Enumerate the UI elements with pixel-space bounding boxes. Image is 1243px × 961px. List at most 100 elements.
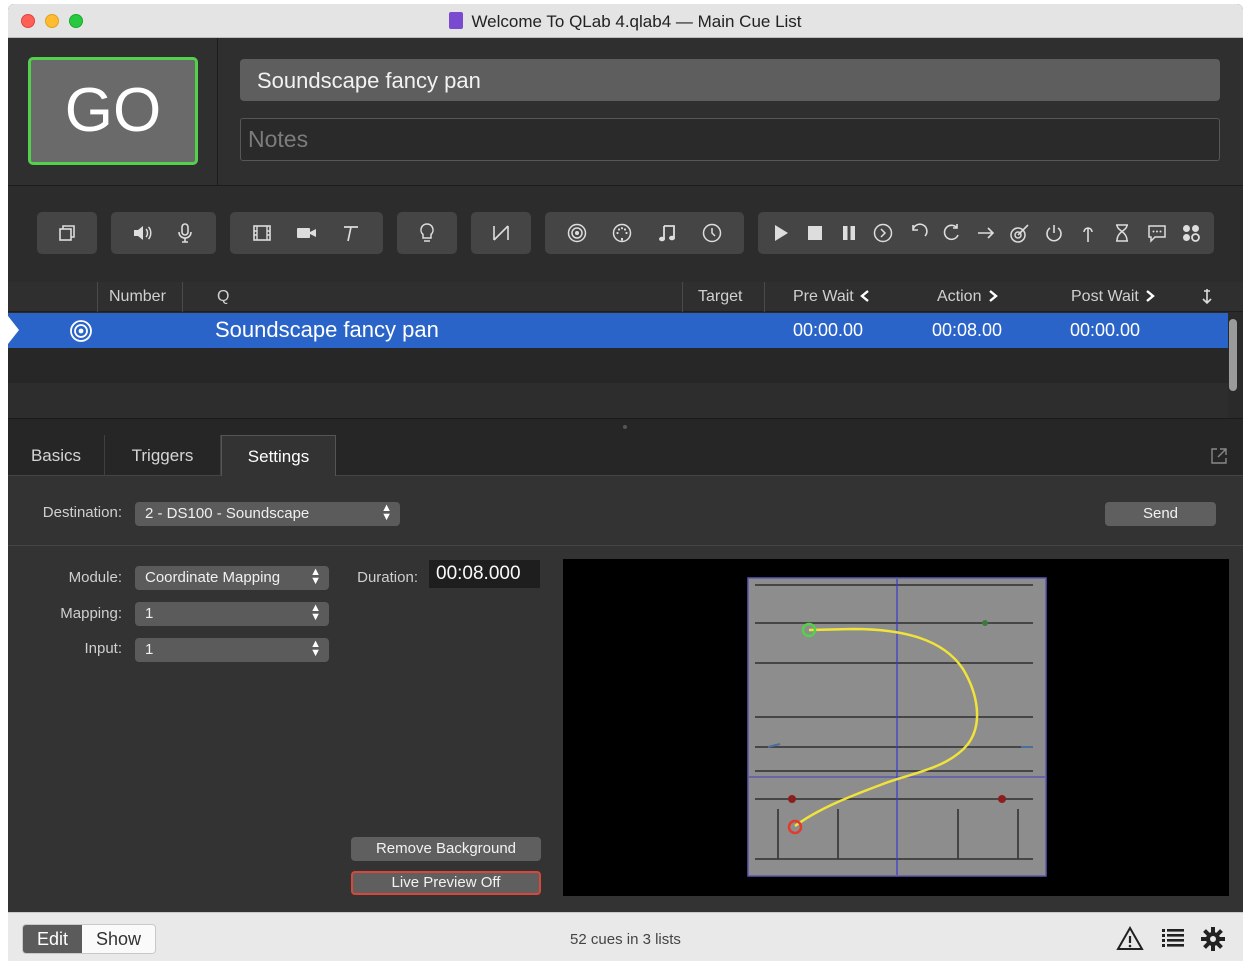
column-post-wait[interactable]: Post Wait — [1071, 288, 1157, 306]
column-q[interactable]: Q — [217, 288, 229, 306]
status-bar: Edit Show 52 cues in 3 lists — [8, 912, 1243, 961]
warning-icon[interactable] — [1116, 925, 1144, 953]
divider — [8, 545, 1243, 546]
empty-row — [8, 383, 1228, 418]
video-icon[interactable] — [249, 220, 275, 246]
title-bar: Welcome To QLab 4.qlab4 — Main Cue List — [8, 4, 1243, 38]
light-icon[interactable] — [414, 220, 440, 246]
toolbar-group-group — [37, 212, 97, 254]
chevron-right-icon — [1146, 290, 1156, 302]
speaker-marker — [982, 620, 988, 626]
qlab-window: Welcome To QLab 4.qlab4 — Main Cue List … — [8, 4, 1243, 961]
cue-list-header: Number Q Target Pre Wait Action Post Wai… — [8, 282, 1243, 312]
destination-label: Destination: — [42, 504, 122, 521]
send-button[interactable]: Send — [1105, 502, 1216, 526]
live-preview-button[interactable]: Live Preview Off — [351, 871, 541, 895]
window-title: Welcome To QLab 4.qlab4 — Main Cue List — [8, 12, 1243, 32]
cue-row-selected[interactable]: Soundscape fancy pan 00:00.00 00:08.00 0… — [8, 313, 1228, 348]
divider-handle — [623, 425, 627, 429]
cue-pre-wait-cell: 00:00.00 — [793, 320, 864, 340]
column-pre-wait[interactable]: Pre Wait — [793, 288, 872, 306]
cue-list-scrollbar[interactable] — [1229, 319, 1237, 391]
chevron-left-icon — [860, 290, 869, 302]
cue-count: 52 cues in 3 lists — [570, 931, 681, 948]
tab-basics[interactable]: Basics — [8, 435, 105, 476]
midi-icon[interactable] — [609, 220, 635, 246]
music-icon[interactable] — [654, 220, 680, 246]
wait-icon[interactable] — [1109, 220, 1135, 246]
gear-icon[interactable] — [1199, 925, 1227, 953]
goto-icon[interactable] — [973, 220, 999, 246]
cue-q-cell: Soundscape fancy pan — [215, 317, 439, 342]
notes-field[interactable]: Notes — [240, 118, 1220, 161]
settings-panel: Destination: 2 - DS100 - Soundscape ▲ ▼ S… — [8, 476, 1243, 912]
column-number[interactable]: Number — [109, 288, 166, 306]
duration-label: Duration: — [357, 569, 418, 586]
speaker-marker — [998, 795, 1006, 803]
destination-select[interactable]: 2 - DS100 - Soundscape ▲ ▼ — [135, 502, 400, 526]
toolbar-group-audio — [111, 212, 216, 254]
mapping-canvas[interactable] — [563, 559, 1229, 896]
stop-icon[interactable] — [802, 220, 828, 246]
mapping-label: Mapping: — [60, 605, 122, 622]
column-action[interactable]: Action — [937, 288, 1000, 306]
inspector-tabs: Basics Triggers Settings — [8, 435, 1243, 477]
chevron-right-icon — [989, 290, 998, 302]
popout-icon[interactable] — [1209, 446, 1229, 466]
toolbar-group-light — [397, 212, 457, 254]
toolbar-group-fade — [471, 212, 531, 254]
list-icon[interactable] — [1159, 925, 1187, 953]
duration-field[interactable]: 00:08.000 — [429, 560, 540, 588]
mapping-select[interactable]: 1 ▲ ▼ — [135, 602, 329, 626]
input-select[interactable]: 1 ▲ ▼ — [135, 638, 329, 662]
load-icon[interactable] — [870, 220, 896, 246]
document-icon — [449, 12, 464, 29]
cue-list: Number Q Target Pre Wait Action Post Wai… — [8, 282, 1243, 418]
stepper-arrows-icon: ▲ ▼ — [310, 566, 321, 587]
network-cue-icon — [69, 319, 93, 348]
column-separator — [182, 282, 183, 312]
text-icon[interactable] — [338, 220, 364, 246]
column-separator — [682, 282, 683, 312]
disarm-icon[interactable] — [1075, 220, 1101, 246]
tab-triggers[interactable]: Triggers — [105, 435, 221, 476]
network-icon[interactable] — [564, 220, 590, 246]
stepper-arrows-icon: ▲ ▼ — [310, 602, 321, 623]
column-separator — [764, 282, 765, 312]
stepper-arrows-icon: ▲ ▼ — [381, 502, 392, 523]
timecode-icon[interactable] — [699, 220, 725, 246]
go-area: GO Soundscape fancy pan Notes — [8, 38, 1243, 186]
continue-mode-icon[interactable] — [1199, 287, 1215, 310]
arm-icon[interactable] — [1041, 220, 1067, 246]
module-label: Module: — [68, 569, 122, 586]
toolbar-group-video — [230, 212, 383, 254]
column-separator — [97, 282, 98, 312]
tab-settings[interactable]: Settings — [221, 435, 336, 477]
audio-icon[interactable] — [129, 220, 155, 246]
devamp-icon[interactable] — [939, 220, 965, 246]
fade-icon[interactable] — [488, 220, 514, 246]
camera-icon[interactable] — [293, 220, 319, 246]
input-label: Input: — [84, 640, 122, 657]
remove-background-button[interactable]: Remove Background — [351, 837, 541, 861]
coordinate-mapping-view[interactable] — [563, 559, 1229, 896]
speaker-marker — [788, 795, 796, 803]
target-icon[interactable] — [1007, 220, 1033, 246]
toolbar-group-control — [545, 212, 744, 254]
divider — [217, 38, 218, 186]
cue-name-field[interactable]: Soundscape fancy pan — [240, 59, 1220, 101]
mic-icon[interactable] — [172, 220, 198, 246]
go-button[interactable]: GO — [28, 57, 198, 165]
group-cue-icon[interactable] — [54, 220, 80, 246]
start-icon[interactable] — [768, 220, 794, 246]
empty-row — [8, 348, 1228, 383]
module-select[interactable]: Coordinate Mapping ▲ ▼ — [135, 566, 329, 590]
reset-icon[interactable] — [905, 220, 931, 246]
script-icon[interactable] — [1178, 220, 1204, 246]
cue-post-wait-cell: 00:00.00 — [1070, 320, 1141, 340]
split-divider[interactable] — [8, 418, 1243, 435]
memo-icon[interactable] — [1144, 220, 1170, 246]
stepper-arrows-icon: ▲ ▼ — [310, 638, 321, 659]
pause-icon[interactable] — [836, 220, 862, 246]
column-target[interactable]: Target — [698, 288, 742, 306]
